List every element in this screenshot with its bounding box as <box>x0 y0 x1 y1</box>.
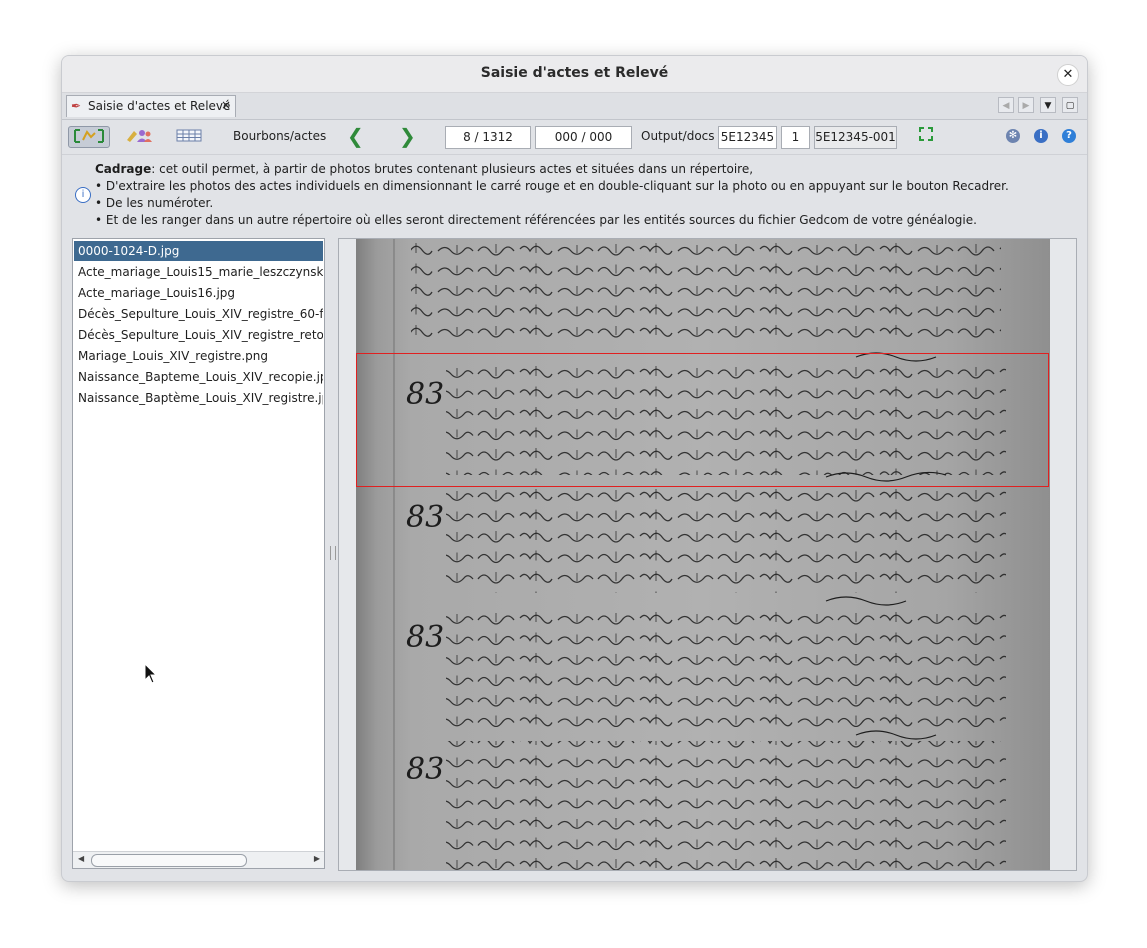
info-line: • Et de les ranger dans un autre réperto… <box>95 213 977 227</box>
grid-view-button[interactable] <box>174 126 204 148</box>
tab-close-icon[interactable]: × <box>221 98 231 112</box>
reference-code-field[interactable]: 5E12345 <box>718 126 777 149</box>
tab-scroll-left-button[interactable]: ◀ <box>998 97 1014 113</box>
page-indicator-field[interactable]: 8 / 1312 <box>445 126 531 149</box>
close-window-button[interactable]: ✕ <box>1057 64 1079 86</box>
crop-selection-box[interactable] <box>356 353 1049 487</box>
info-line: • D'extraire les photos des actes indivi… <box>95 179 1009 193</box>
svg-text:83: 83 <box>406 500 444 535</box>
info-title: Cadrage <box>95 162 152 176</box>
reference-result-field: 5E12345-001 <box>814 126 897 149</box>
tab-list-dropdown-button[interactable]: ▼ <box>1040 97 1056 113</box>
tab-label: Saisie d'actes et Relevé <box>88 99 231 113</box>
horizontal-scrollbar[interactable]: ◀ ▶ <box>73 851 324 868</box>
handwritten-register-scan: 83 83 83 83 <box>393 239 1006 870</box>
list-item[interactable]: Mariage_Louis_XIV_registre.png <box>74 346 323 366</box>
info-line: • De les numéroter. <box>95 196 214 210</box>
tab-maximize-button[interactable]: ▢ <box>1062 97 1078 113</box>
help-icon[interactable]: ? <box>1062 129 1076 143</box>
list-item[interactable]: Naissance_Bapteme_Louis_XIV_recopie.jpg <box>74 367 323 387</box>
toolbar: Bourbons/actes ❮ ❯ 8 / 1312 000 / 000 Ou… <box>62 120 1087 155</box>
image-viewer[interactable]: 83 83 83 83 <box>338 238 1077 871</box>
output-label: Output/docs <box>641 129 715 143</box>
table-grid-icon <box>176 129 202 142</box>
people-entry-button[interactable] <box>122 126 156 148</box>
scrollbar-thumb[interactable] <box>91 854 247 867</box>
list-item[interactable]: Décès_Sepulture_Louis_XIV_registre_retou… <box>74 325 323 345</box>
act-counter-field[interactable]: 000 / 000 <box>535 126 632 149</box>
tab-bar: ✒ Saisie d'actes et Relevé × ◀ ▶ ▼ ▢ <box>62 93 1087 120</box>
next-page-arrow-icon[interactable]: ❯ <box>399 124 416 148</box>
mouse-cursor-icon <box>144 663 158 684</box>
quill-icon: ✒ <box>71 99 82 113</box>
reference-number-field[interactable]: 1 <box>781 126 810 149</box>
info-icon[interactable]: i <box>1034 129 1048 143</box>
previous-page-arrow-icon[interactable]: ❮ <box>347 124 364 148</box>
register-page-image[interactable]: 83 83 83 83 <box>356 239 1050 870</box>
info-circle-icon: i <box>75 187 91 203</box>
crop-frame-icon <box>74 129 104 143</box>
scroll-left-icon[interactable]: ◀ <box>78 854 84 863</box>
tab-saisie[interactable]: ✒ Saisie d'actes et Relevé × <box>66 95 236 117</box>
app-window: Saisie d'actes et Relevé ✕ ✒ Saisie d'ac… <box>61 55 1088 882</box>
list-item[interactable]: Naissance_Baptème_Louis_XIV_registre.jpg <box>74 388 323 408</box>
info-intro-text: : cet outil permet, à partir de photos b… <box>151 162 754 176</box>
pen-people-icon <box>127 130 152 142</box>
list-item[interactable]: Acte_mariage_Louis16.jpg <box>74 283 323 303</box>
list-item[interactable]: Acte_mariage_Louis15_marie_leszczynska_1 <box>74 262 323 282</box>
svg-text:83: 83 <box>406 620 444 655</box>
svg-text:83: 83 <box>406 752 444 787</box>
scroll-right-icon[interactable]: ▶ <box>314 854 320 863</box>
window-title: Saisie d'actes et Relevé <box>480 65 669 81</box>
file-list[interactable]: 0000-1024-D.jpg Acte_mariage_Louis15_mar… <box>72 238 325 869</box>
title-bar: Saisie d'actes et Relevé ✕ <box>62 56 1087 93</box>
list-item[interactable]: 0000-1024-D.jpg <box>74 241 323 261</box>
folder-label[interactable]: Bourbons/actes <box>233 129 326 143</box>
list-item[interactable]: Décès_Sepulture_Louis_XIV_registre_60-fb… <box>74 304 323 324</box>
pane-splitter[interactable] <box>330 546 336 560</box>
fullscreen-button[interactable] <box>916 126 936 148</box>
tab-scroll-right-button[interactable]: ▶ <box>1018 97 1034 113</box>
settings-gear-icon[interactable]: ✻ <box>1006 129 1020 143</box>
info-panel: i Cadrage: cet outil permet, à partir de… <box>62 155 1087 233</box>
fullscreen-icon <box>919 127 933 141</box>
crop-mode-button[interactable] <box>68 126 110 148</box>
info-intro: Cadrage: cet outil permet, à partir de p… <box>95 162 753 176</box>
